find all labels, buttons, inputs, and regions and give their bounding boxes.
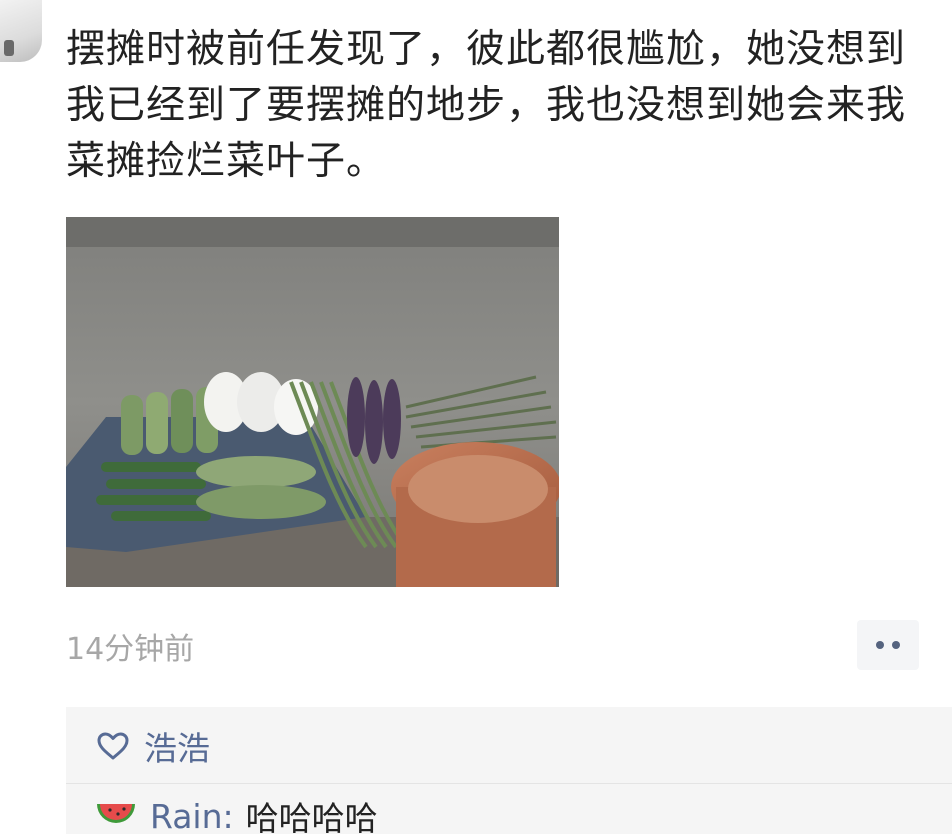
dot-icon [876, 641, 884, 649]
more-actions-button[interactable] [857, 620, 919, 670]
comment-author[interactable]: Rain: [150, 797, 234, 834]
comment-text: 哈哈哈哈 [245, 799, 378, 834]
vegetable-stall-photo [66, 217, 559, 587]
heart-outline-icon [97, 732, 129, 760]
likes-comments-panel: 浩浩 Rain: 哈哈哈哈 [66, 707, 952, 834]
comment-item[interactable]: Rain: 哈哈哈哈 [94, 791, 378, 834]
moments-post: 摆摊时被前任发现了，彼此都很尴尬，她没想到我已经到了要摆摊的地步，我也没想到她会… [0, 0, 952, 834]
post-timestamp: 14分钟前 [66, 632, 195, 667]
avatar[interactable] [0, 0, 42, 62]
likes-row: 浩浩 [96, 721, 210, 771]
like-name[interactable]: 浩浩 [144, 722, 210, 770]
dot-icon [892, 641, 900, 649]
watermelon-icon [97, 804, 135, 823]
divider [66, 783, 952, 784]
post-text: 摆摊时被前任发现了，彼此都很尴尬，她没想到我已经到了要摆摊的地步，我也没想到她会… [66, 27, 907, 184]
post-photo[interactable] [66, 217, 559, 587]
